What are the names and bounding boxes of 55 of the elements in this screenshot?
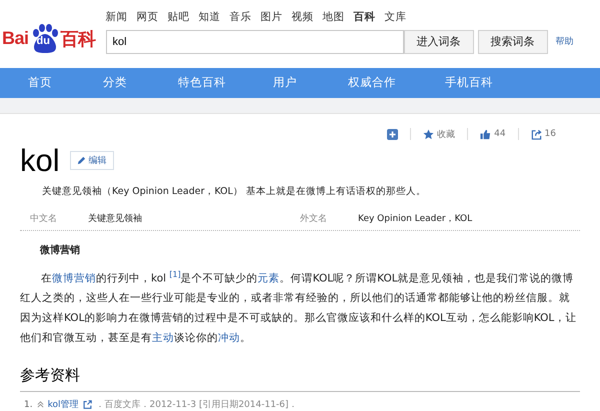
nav-link[interactable]: 网页 xyxy=(136,10,159,24)
nav-link[interactable]: 新闻 xyxy=(106,10,128,24)
link[interactable]: 元素 xyxy=(258,272,280,284)
nav-link[interactable]: 知道 xyxy=(198,10,221,24)
link[interactable]: 微博营销 xyxy=(52,272,96,284)
paragraph: 在微博营销的行列中，kol $^{[1]}$是个不可缺少的元素。何谓KOL呢？所谓KOL就是意见领袖，也是我们常说的微博红人之类的，这些人在一些行业可能是专业的，或者非常有经验的，所以他们的话通常都能够让他的粉丝信服。就因为这样KOL的影响力在微博营销的过程中是不可或缺的。那么官微应该和什么样的KOL互动，怎么能影响KOL，让他们和官微互动，甚至是有主动谈论你的冲动。 xyxy=(20,268,578,346)
info-value: Key Opinion Leader，KOL xyxy=(358,212,472,224)
section-heading: 微博营销 xyxy=(40,244,81,256)
menu-item[interactable]: 权威合作 xyxy=(348,75,445,90)
section-heading: 参考资料 xyxy=(20,366,580,392)
favorite-action[interactable]: 收藏 xyxy=(423,128,456,140)
nav-link[interactable]: 音乐 xyxy=(230,10,252,24)
external-link-icon xyxy=(82,400,92,409)
menu-item[interactable]: 首页 xyxy=(28,75,103,90)
citation-link[interactable]: [1] xyxy=(169,270,181,278)
nav-link[interactable]: 贴吧 xyxy=(168,10,190,24)
thumbs-up-icon xyxy=(480,128,492,140)
caret-icon xyxy=(36,401,44,408)
info-value: 关键意见领袖 xyxy=(88,212,142,224)
like-action[interactable]: 44 xyxy=(480,128,506,140)
info-label: 中文名 xyxy=(30,212,58,224)
reference-number: 1. xyxy=(24,400,33,410)
page-title: kol xyxy=(20,142,60,178)
action-label: 收藏 xyxy=(437,128,456,140)
link[interactable]: 冲动 xyxy=(218,332,240,344)
nav-link[interactable]: 图片 xyxy=(260,10,283,24)
logo-text: du xyxy=(36,34,50,47)
link[interactable]: 主动 xyxy=(152,332,174,344)
star-icon xyxy=(423,128,434,140)
action-label: 44 xyxy=(494,129,506,139)
search-field[interactable]: kol xyxy=(106,30,404,54)
action-label: 16 xyxy=(544,129,556,139)
reference-source: ．百度文库．2012-11-3 [引用日期2014-11-6]． xyxy=(96,398,298,411)
nav-link[interactable]: 文库 xyxy=(384,10,407,24)
nav-link[interactable]: 地图 xyxy=(322,10,345,24)
nav-link[interactable]: 视频 xyxy=(292,10,314,24)
share-action[interactable]: 16 xyxy=(530,128,556,140)
summary-text: 关键意见领袖（Key Opinion Leader，KOL） 基本上就是在微博上有话语权的那些人。 xyxy=(42,184,427,198)
add-action[interactable] xyxy=(387,128,398,140)
menu-item[interactable]: 特色百科 xyxy=(178,75,273,90)
search-button[interactable]: 进入词条 xyxy=(404,30,474,54)
nav-link[interactable]: 百科 xyxy=(354,10,376,24)
menu-item[interactable]: 分类 xyxy=(103,75,178,90)
pencil-icon xyxy=(76,156,86,165)
reference-link[interactable]: kol管理 xyxy=(48,398,78,411)
logo-text: 百科 xyxy=(60,28,96,51)
search-button[interactable]: 搜索词条 xyxy=(478,30,548,54)
logo-text: Bai xyxy=(2,28,29,50)
edit-button[interactable]: 编辑 xyxy=(70,151,114,170)
share-icon xyxy=(530,128,542,140)
menu-item[interactable]: 用户 xyxy=(273,75,348,90)
info-label: 外文名 xyxy=(300,212,328,224)
add-icon xyxy=(387,128,398,140)
help-link[interactable]: 帮助 xyxy=(556,35,574,48)
menu-item[interactable]: 手机百科 xyxy=(445,75,520,90)
